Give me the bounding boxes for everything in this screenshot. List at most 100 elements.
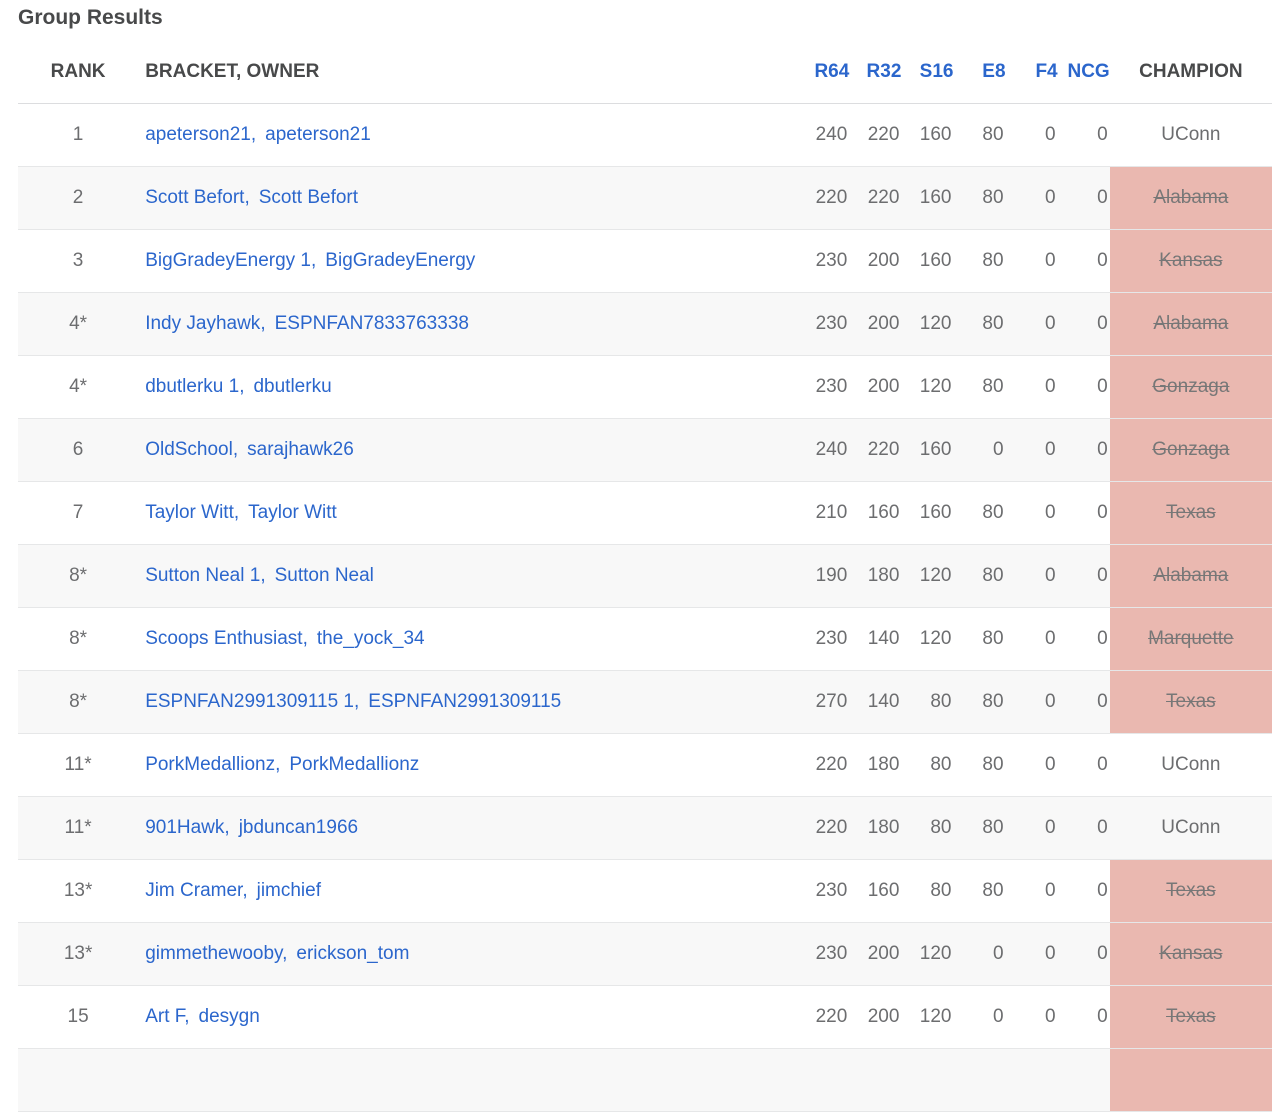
s16-score-cell: 160	[901, 418, 954, 482]
r32-score-cell: 160	[849, 481, 902, 545]
bracket-link[interactable]: Indy Jayhawk	[145, 313, 260, 334]
champion-pick: UConn	[1161, 816, 1221, 838]
separator: ,	[242, 879, 248, 901]
f4-score-cell: 0	[1005, 481, 1058, 545]
bracket-link[interactable]: PorkMedallionz	[145, 754, 275, 775]
owner-link[interactable]: dbutlerku	[253, 376, 331, 397]
bracket-owner-cell: Scoops Enthusiast, the_yock_34	[138, 607, 801, 671]
rank-cell: 4*	[18, 292, 139, 356]
champion-cell: Kansas	[1109, 229, 1272, 293]
column-header-champion[interactable]: CHAMPION	[1109, 41, 1272, 104]
bracket-link[interactable]: Sutton Neal 1	[145, 565, 260, 586]
owner-link[interactable]: ESPNFAN2991309115	[368, 691, 561, 712]
owner-link[interactable]: BigGradeyEnergy	[325, 250, 475, 271]
rank-cell: 13*	[18, 859, 139, 923]
r32-score-cell: 180	[849, 796, 902, 860]
r32-score-cell: 220	[849, 166, 902, 230]
bracket-link[interactable]: 901Hawk	[145, 817, 224, 838]
champion-cell: Alabama	[1109, 166, 1272, 230]
champion-cell: UConn	[1109, 103, 1272, 167]
owner-link[interactable]: the_yock_34	[317, 628, 425, 649]
table-row: 2 Scott Befort, Scott Befort 220 220 160 80 0 0 A…	[18, 166, 1272, 230]
column-header-ncg[interactable]: NCG	[1057, 41, 1110, 104]
owner-link[interactable]: Taylor Witt	[248, 502, 337, 523]
e8-score-cell: 0	[953, 418, 1006, 482]
s16-score-cell: 160	[901, 481, 954, 545]
e8-score-cell: 80	[953, 355, 1006, 419]
column-header-s16[interactable]: S16	[901, 41, 954, 104]
separator: ,	[184, 1005, 190, 1027]
owner-link[interactable]: Sutton Neal	[275, 565, 374, 586]
column-header-rank[interactable]: RANK	[18, 41, 139, 104]
table-row: 4* dbutlerku 1, dbutlerku 230 200 120 80 0 0 Gonz…	[18, 355, 1272, 419]
r32-score-cell: 180	[849, 733, 902, 797]
separator: ,	[239, 375, 245, 397]
r32-score-cell: 180	[849, 544, 902, 608]
bracket-link[interactable]: dbutlerku 1	[145, 376, 239, 397]
owner-link[interactable]: sarajhawk26	[247, 439, 354, 460]
s16-score-cell: 80	[901, 796, 954, 860]
bracket-link[interactable]: Scoops Enthusiast	[145, 628, 302, 649]
owner-link[interactable]: Scott Befort	[259, 187, 358, 208]
bracket-link[interactable]: BigGradeyEnergy 1	[145, 250, 311, 271]
champion-cell: Texas	[1109, 481, 1272, 545]
table-row: 11* PorkMedallionz, PorkMedallionz 220 180 80…	[18, 733, 1272, 797]
owner-link[interactable]: jbduncan1966	[239, 817, 358, 838]
separator: ,	[311, 249, 317, 271]
table-row: 13* gimmethewooby, erickson_tom 230 200 120 0 0…	[18, 922, 1272, 986]
r32-score-cell: 200	[849, 229, 902, 293]
champion-cell: Marquette	[1109, 607, 1272, 671]
champion-cell: Texas	[1109, 985, 1272, 1049]
owner-link[interactable]: jimchief	[257, 880, 321, 901]
table-row: 11* 901Hawk, jbduncan1966 220 180 80 80 0 0 UConn	[18, 796, 1272, 860]
bracket-link[interactable]: Scott Befort	[145, 187, 244, 208]
rank-cell: 13*	[18, 922, 139, 986]
r64-score-cell: 240	[800, 103, 850, 167]
column-header-f4[interactable]: F4	[1005, 41, 1058, 104]
column-header-bracket-owner[interactable]: BRACKET, OWNER	[138, 41, 801, 104]
e8-score-cell: 80	[953, 229, 1006, 293]
e8-score-cell: 80	[953, 607, 1006, 671]
bracket-link[interactable]: apeterson21	[145, 124, 251, 145]
separator: ,	[302, 627, 308, 649]
f4-score-cell: 0	[1005, 103, 1058, 167]
separator: ,	[224, 816, 230, 838]
owner-link[interactable]: erickson_tom	[296, 943, 409, 964]
r64-score-cell: 220	[800, 166, 850, 230]
bracket-link[interactable]: gimmethewooby	[145, 943, 282, 964]
column-header-r64[interactable]: R64	[800, 41, 850, 104]
champion-pick: Gonzaga	[1152, 375, 1230, 397]
bracket-link[interactable]: ESPNFAN2991309115 1	[145, 691, 354, 712]
ncg-score-cell: 0	[1057, 670, 1110, 734]
bracket-link[interactable]: OldSchool	[145, 439, 233, 460]
f4-score-cell: 0	[1005, 166, 1058, 230]
rank-cell: 11*	[18, 733, 139, 797]
separator: ,	[250, 123, 257, 145]
separator: ,	[353, 690, 360, 712]
separator: ,	[282, 942, 288, 964]
r64-score-cell: 270	[800, 670, 850, 734]
bracket-link[interactable]: Art F	[145, 1006, 184, 1027]
column-header-e8[interactable]: E8	[953, 41, 1006, 104]
champion-pick: UConn	[1161, 753, 1221, 775]
table-row: 15 Art F, desygn 220 200 120 0 0 0 Texas	[18, 985, 1272, 1049]
column-header-r32[interactable]: R32	[849, 41, 902, 104]
champion-cell: Texas	[1109, 670, 1272, 734]
s16-score-cell: 120	[901, 355, 954, 419]
table-row: 8* ESPNFAN2991309115 1, ESPNFAN2991309115 2…	[18, 670, 1272, 734]
separator: ,	[260, 312, 266, 334]
owner-link[interactable]: PorkMedallionz	[289, 754, 419, 775]
owner-link[interactable]: ESPNFAN7833763338	[275, 313, 469, 334]
results-body: 1 apeterson21, apeterson21 240 220 160 80 0 0 UCo…	[18, 103, 1272, 1112]
bracket-link[interactable]: Jim Cramer	[145, 880, 242, 901]
champion-cell: Kansas	[1109, 922, 1272, 986]
bracket-owner-cell: 901Hawk, jbduncan1966	[138, 796, 801, 860]
bracket-link[interactable]: Taylor Witt	[145, 502, 234, 523]
owner-link[interactable]: apeterson21	[265, 124, 371, 145]
owner-link[interactable]: desygn	[199, 1006, 260, 1027]
f4-score-cell: 0	[1005, 229, 1058, 293]
rank-cell: 8*	[18, 544, 139, 608]
f4-score-cell: 0	[1005, 418, 1058, 482]
ncg-score-cell: 0	[1057, 607, 1110, 671]
bracket-owner-cell: Art F, desygn	[138, 985, 801, 1049]
